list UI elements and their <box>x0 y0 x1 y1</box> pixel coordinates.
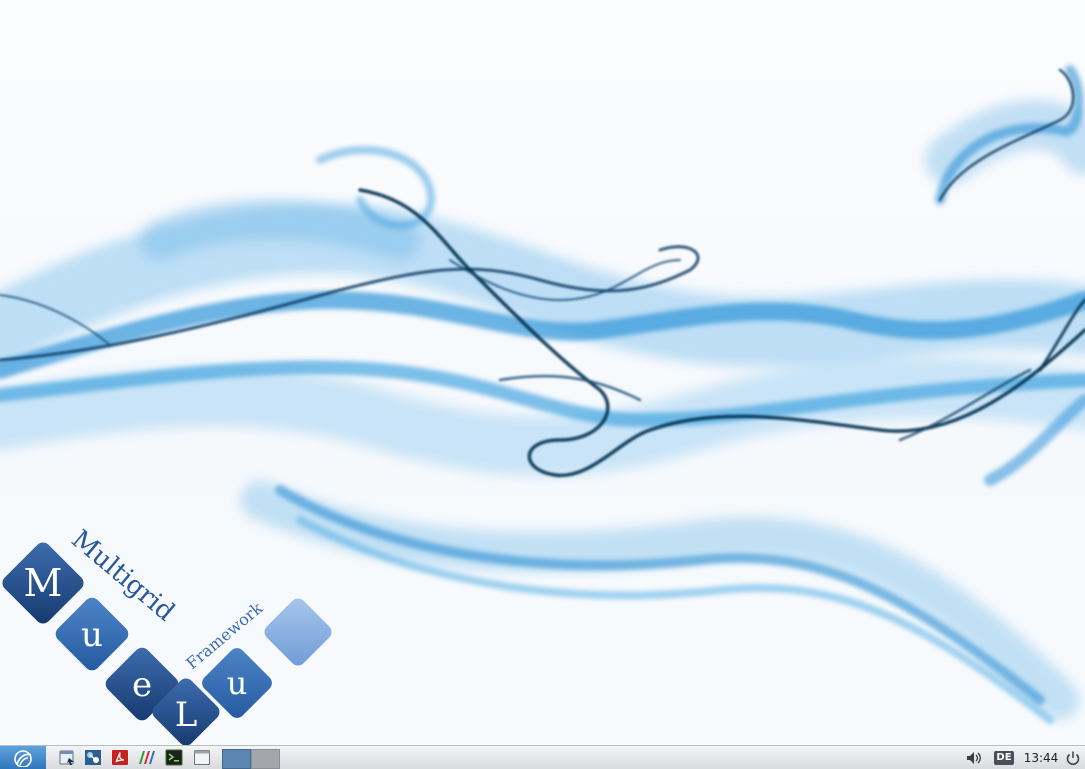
network-icon <box>85 750 101 765</box>
launcher-window[interactable] <box>192 748 212 767</box>
svg-text:M: M <box>24 561 63 605</box>
paraview-icon <box>139 751 155 764</box>
file-manager-icon <box>59 750 74 765</box>
workspace-1[interactable] <box>222 749 251 769</box>
workspace-2[interactable] <box>251 749 280 769</box>
logo-tile-u1: u <box>55 597 129 671</box>
volume-control[interactable] <box>963 746 987 769</box>
terminal-icon <box>165 749 183 766</box>
power-button[interactable] <box>1063 746 1083 769</box>
clock-time: 13:44 <box>1023 750 1059 765</box>
svg-text:u: u <box>227 664 248 702</box>
keyboard-layout-indicator[interactable]: DE <box>992 746 1016 769</box>
launcher-paraview[interactable] <box>137 748 157 767</box>
taskbar: DE 13:44 <box>0 745 1085 769</box>
desktop[interactable]: M u e L u Multigrid Framework <box>0 0 1085 745</box>
start-menu-button[interactable] <box>0 746 46 769</box>
launcher-pdf-reader[interactable] <box>110 748 130 767</box>
keyboard-layout-label: DE <box>994 750 1014 765</box>
launcher-terminal[interactable] <box>164 748 184 767</box>
svg-text:e: e <box>132 665 152 705</box>
window-icon <box>194 750 210 765</box>
pdf-reader-icon <box>112 750 128 765</box>
start-menu-icon <box>14 749 32 767</box>
launcher-network[interactable] <box>83 748 103 767</box>
svg-text:u: u <box>81 615 103 655</box>
power-icon <box>1066 751 1080 765</box>
mulu-logo: M u e L u Multigrid Framework <box>2 524 332 745</box>
clock[interactable]: 13:44 <box>1021 746 1061 769</box>
logo-tile-blank <box>264 598 332 666</box>
volume-icon <box>967 751 981 764</box>
launcher-file-manager[interactable] <box>57 748 77 767</box>
svg-text:L: L <box>175 695 198 735</box>
